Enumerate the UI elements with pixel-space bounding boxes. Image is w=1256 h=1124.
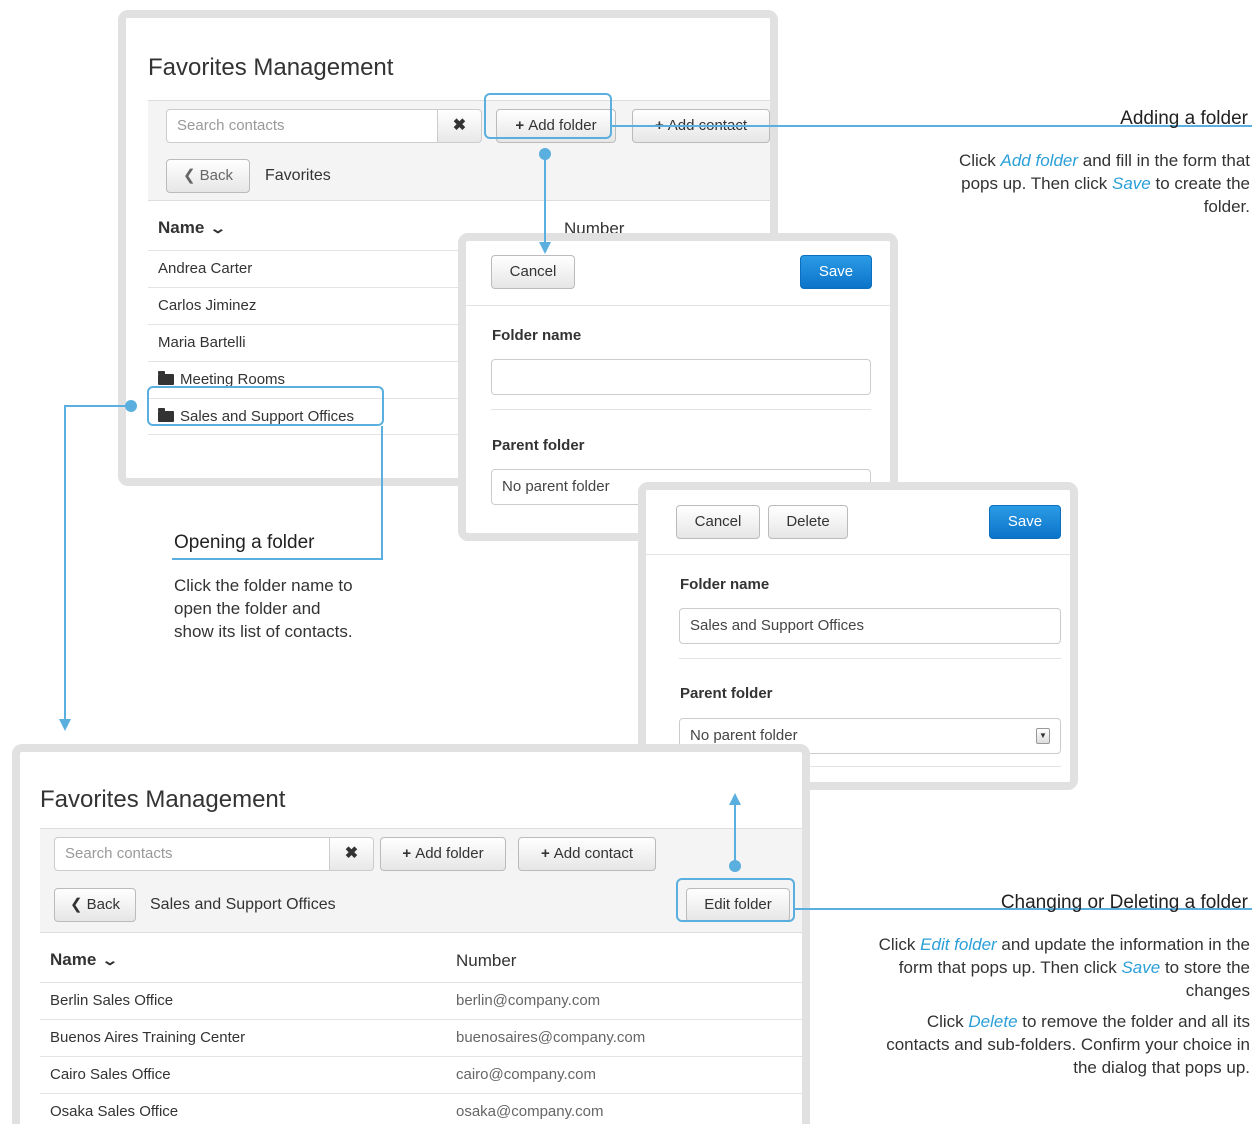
table-row[interactable]: Cairo Sales Office cairo@company.com [40, 1056, 802, 1093]
table-row[interactable]: Buenos Aires Training Center buenosaires… [40, 1019, 802, 1056]
chevron-down-icon: ⌄ [101, 952, 119, 968]
arrow-down-icon [539, 242, 551, 254]
arrow-up-icon [729, 793, 741, 805]
cancel-button[interactable]: Cancel [676, 505, 760, 539]
breadcrumb: Favorites [265, 167, 331, 184]
divider [466, 305, 890, 306]
add-folder-button[interactable]: + Add folder [380, 837, 506, 871]
annotation-text-adding: Click Add folder and fill in the form th… [958, 151, 1250, 216]
save-button[interactable]: Save [989, 505, 1061, 539]
arrow-down-icon [59, 719, 71, 731]
folder-name-label: Folder name [492, 327, 582, 344]
divider [679, 658, 1061, 659]
annotation-title-changing: Changing or Deleting a folder [1000, 892, 1248, 913]
chevron-left-icon: ❮ [70, 896, 83, 913]
contact-name: Maria Bartelli [158, 334, 246, 351]
delete-button[interactable]: Delete [768, 505, 848, 539]
annotation-text-changing: Click Edit folder and update the informa… [878, 935, 1250, 1000]
annotation-title-adding: Adding a folder [1120, 108, 1248, 129]
column-header-name[interactable]: Name ⌄ [50, 950, 119, 970]
toolbar: Search contacts ✖ +Add folder +Add conta… [40, 828, 802, 880]
cancel-button[interactable]: Cancel [491, 255, 575, 289]
breadcrumb-bar: ❮ Back Favorites [148, 150, 770, 201]
clear-search-button[interactable]: ✖ [438, 109, 482, 143]
chevron-down-icon: ⌄ [209, 220, 227, 236]
contact-name: Andrea Carter [158, 260, 253, 277]
divider [646, 554, 1070, 555]
parent-folder-label: Parent folder [492, 437, 585, 454]
edit-folder-highlight [676, 878, 795, 922]
breadcrumb: Sales and Support Offices [150, 896, 336, 913]
contact-name: Osaka Sales Office [50, 1103, 179, 1120]
search-input[interactable]: Search contacts [166, 109, 438, 143]
contact-name: Buenos Aires Training Center [50, 1029, 246, 1046]
connector-line [172, 558, 383, 560]
plus-icon: + [541, 845, 550, 862]
save-button[interactable]: Save [800, 255, 872, 289]
annotation-text-opening: Click the folder name to open the folder… [174, 576, 353, 641]
contact-number: cairo@company.com [456, 1066, 596, 1083]
plus-icon: + [402, 845, 412, 862]
back-button[interactable]: ❮ Back [54, 888, 136, 922]
contact-name: Berlin Sales Office [50, 992, 174, 1009]
contact-number: osaka@company.com [456, 1103, 604, 1120]
clear-search-button[interactable]: ✖ [330, 837, 374, 871]
contact-number: buenosaires@company.com [456, 1029, 646, 1046]
column-header-name[interactable]: Name ⌄ [158, 218, 227, 238]
contact-number: berlin@company.com [456, 992, 601, 1009]
select-arrow-icon: ▼ [1036, 728, 1050, 744]
add-folder-highlight [484, 93, 612, 139]
chevron-left-icon: ❮ [183, 167, 196, 184]
folder-icon [158, 371, 174, 385]
add-contact-button[interactable]: +Add contact [518, 837, 656, 871]
connector-line [734, 804, 736, 862]
page-title: Favorites Management [148, 54, 394, 81]
folder-name-label: Folder name [680, 576, 770, 593]
annotation-text-deleting: Click Delete to remove the folder and al… [886, 1012, 1250, 1077]
parent-folder-label: Parent folder [680, 685, 773, 702]
divider [491, 409, 871, 410]
connector-line [65, 405, 127, 407]
back-button[interactable]: ❮ Back [166, 159, 250, 193]
page-title: Favorites Management [40, 786, 286, 813]
table-row[interactable]: Berlin Sales Office berlin@company.com [40, 982, 802, 1019]
connector-line [544, 154, 546, 242]
bottom-favorites-panel: Favorites Management Search contacts ✖ +… [12, 744, 810, 1124]
folder-name-input[interactable]: Sales and Support Offices [679, 608, 1061, 644]
folder-name-input[interactable] [491, 359, 871, 395]
folder-highlight [147, 386, 384, 426]
search-input[interactable]: Search contacts [54, 837, 330, 871]
contact-name: Carlos Jiminez [158, 297, 257, 314]
column-header-number: Number [456, 951, 517, 970]
contact-name: Cairo Sales Office [50, 1066, 171, 1083]
annotation-title-opening: Opening a folder [174, 532, 315, 553]
connector-line [64, 405, 66, 719]
connector-line [381, 426, 383, 560]
table-row[interactable]: Osaka Sales Office osaka@company.com [40, 1093, 802, 1124]
